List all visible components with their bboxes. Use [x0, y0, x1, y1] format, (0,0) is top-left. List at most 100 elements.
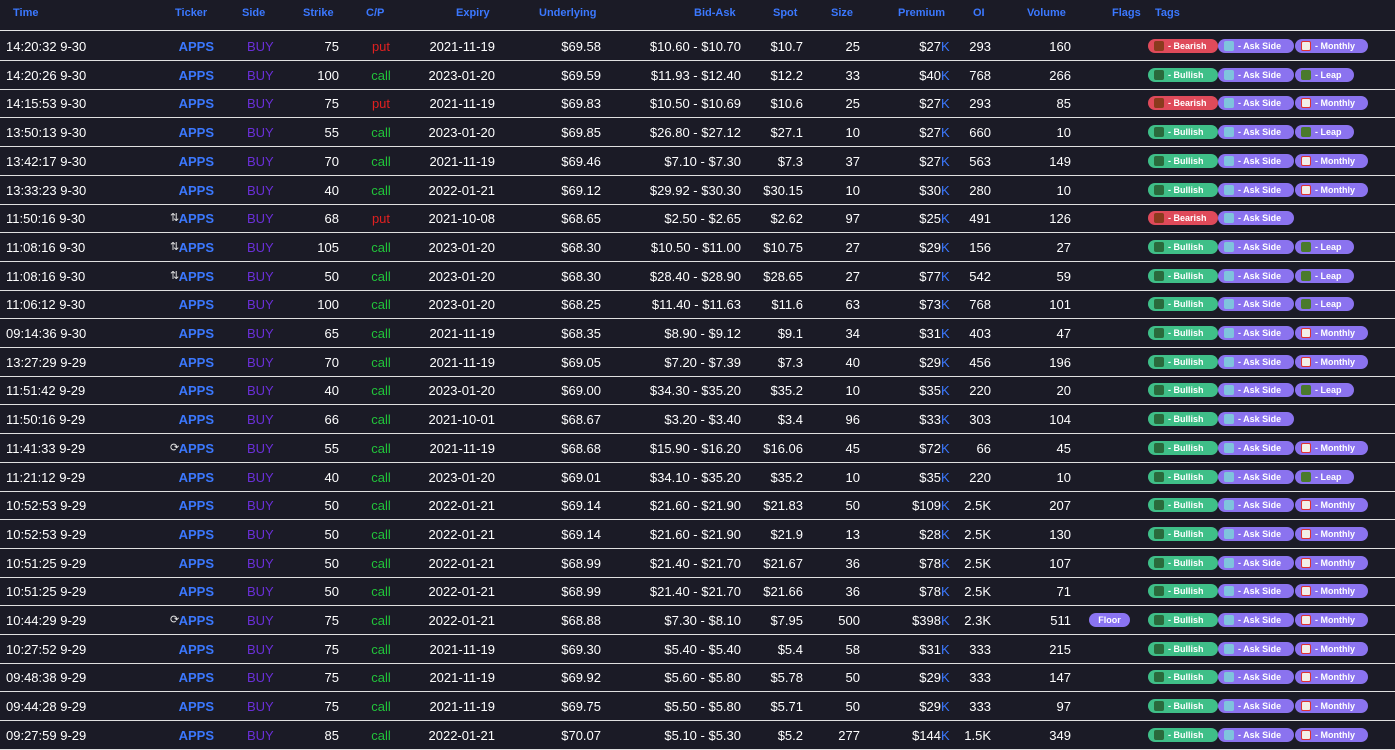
- header-underlying[interactable]: Underlying: [539, 7, 596, 19]
- table-row[interactable]: 09:44:28 9-29 APPS BUY 75 call 2021-11-19 $69.…: [0, 692, 1395, 722]
- tag-ask[interactable]: - Ask Side: [1218, 498, 1294, 513]
- table-row[interactable]: 11:41:33 9-29 ⟳ APPS BUY 55 call 2021-11-19 $68…: [0, 434, 1395, 463]
- tag-ask[interactable]: - Ask Side: [1218, 383, 1294, 398]
- tag-monthly[interactable]: - Monthly: [1295, 555, 1368, 570]
- table-row[interactable]: 14:20:26 9-30 APPS BUY 100 call 2023-01-20 $69…: [0, 61, 1395, 90]
- table-row[interactable]: 11:51:42 9-29 APPS BUY 40 call 2023-01-20 $69.…: [0, 376, 1395, 406]
- table-row[interactable]: 14:15:53 9-30 APPS BUY 75 put 2021-11-19 $69.8…: [0, 89, 1395, 119]
- tag-monthly[interactable]: - Monthly: [1295, 326, 1368, 340]
- table-row[interactable]: 11:21:12 9-29 APPS BUY 40 call 2023-01-20 $69.…: [0, 463, 1395, 492]
- tag-ask[interactable]: - Ask Side: [1218, 39, 1294, 53]
- table-row[interactable]: 09:48:38 9-29 APPS BUY 75 call 2021-11-19 $69.…: [0, 663, 1395, 693]
- table-row[interactable]: 10:51:25 9-29 APPS BUY 50 call 2022-01-21 $68.…: [0, 577, 1395, 607]
- tag-monthly[interactable]: - Monthly: [1295, 153, 1368, 168]
- header-expiry[interactable]: Expiry: [456, 7, 490, 19]
- table-row[interactable]: 10:27:52 9-29 APPS BUY 75 call 2021-11-19 $69.…: [0, 635, 1395, 664]
- tag-monthly[interactable]: - Monthly: [1295, 727, 1368, 742]
- tag-bullish[interactable]: - Bullish: [1148, 526, 1218, 541]
- table-row[interactable]: 11:08:16 9-30 ⇅ APPS BUY 50 call 2023-01-20 $68…: [0, 262, 1395, 291]
- tag-bullish[interactable]: - Bullish: [1148, 613, 1218, 627]
- tag-bullish[interactable]: - Bullish: [1148, 412, 1218, 427]
- tag-bullish[interactable]: - Bullish: [1148, 440, 1218, 455]
- tag-bullish[interactable]: - Bullish: [1148, 354, 1218, 369]
- table-row[interactable]: 11:50:16 9-30 ⇅ APPS BUY 68 put 2021-10-08 $68.…: [0, 204, 1395, 234]
- table-row[interactable]: 10:44:29 9-29 ⟳ APPS BUY 75 call 2022-01-21 $68…: [0, 606, 1395, 635]
- tag-ask[interactable]: - Ask Side: [1218, 182, 1294, 197]
- tag-monthly[interactable]: - Monthly: [1295, 354, 1368, 369]
- table-row[interactable]: 13:27:29 9-29 APPS BUY 70 call 2021-11-19 $69.…: [0, 348, 1395, 377]
- tag-bullish[interactable]: - Bullish: [1148, 67, 1218, 82]
- tag-monthly[interactable]: - Monthly: [1295, 182, 1368, 197]
- tag-monthly[interactable]: - Monthly: [1295, 440, 1368, 455]
- tag-ask[interactable]: - Ask Side: [1218, 641, 1294, 656]
- tag-bullish[interactable]: - Bullish: [1148, 297, 1218, 312]
- tag-leap[interactable]: - Leap: [1295, 125, 1354, 140]
- header-flags[interactable]: Flags: [1112, 7, 1141, 19]
- table-row[interactable]: 10:52:53 9-29 APPS BUY 50 call 2022-01-21 $69.…: [0, 520, 1395, 549]
- table-row[interactable]: 14:20:32 9-30 APPS BUY 75 put 2021-11-19 $69.5…: [0, 32, 1395, 61]
- tag-ask[interactable]: - Ask Side: [1218, 268, 1294, 283]
- tag-monthly[interactable]: - Monthly: [1295, 699, 1368, 714]
- tag-leap[interactable]: - Leap: [1295, 469, 1354, 484]
- tag-bullish[interactable]: - Bullish: [1148, 699, 1218, 714]
- tag-leap[interactable]: - Leap: [1295, 297, 1354, 312]
- tag-monthly[interactable]: - Monthly: [1295, 96, 1368, 111]
- table-row[interactable]: 09:27:59 9-29 APPS BUY 85 call 2022-01-21 $70.…: [0, 721, 1395, 750]
- tag-monthly[interactable]: - Monthly: [1295, 39, 1368, 53]
- tag-bearish[interactable]: - Bearish: [1148, 39, 1218, 53]
- table-row[interactable]: 13:50:13 9-30 APPS BUY 55 call 2023-01-20 $69.…: [0, 118, 1395, 148]
- tag-bullish[interactable]: - Bullish: [1148, 498, 1218, 513]
- tag-bullish[interactable]: - Bullish: [1148, 727, 1218, 742]
- tag-bullish[interactable]: - Bullish: [1148, 641, 1218, 656]
- header-side[interactable]: Side: [242, 7, 265, 19]
- tag-leap[interactable]: - Leap: [1295, 268, 1354, 283]
- tag-leap[interactable]: - Leap: [1295, 239, 1354, 254]
- header-cp[interactable]: C/P: [366, 7, 384, 19]
- header-bidask[interactable]: Bid-Ask: [694, 7, 736, 19]
- tag-monthly[interactable]: - Monthly: [1295, 670, 1368, 685]
- tag-ask[interactable]: - Ask Side: [1218, 555, 1294, 570]
- header-premium[interactable]: Premium: [898, 7, 945, 19]
- tag-ask[interactable]: - Ask Side: [1218, 297, 1294, 312]
- tag-monthly[interactable]: - Monthly: [1295, 641, 1368, 656]
- header-time[interactable]: Time: [13, 7, 38, 19]
- tag-ask[interactable]: - Ask Side: [1218, 412, 1294, 427]
- tag-leap[interactable]: - Leap: [1295, 383, 1354, 398]
- tag-bearish[interactable]: - Bearish: [1148, 96, 1218, 111]
- tag-ask[interactable]: - Ask Side: [1218, 584, 1294, 599]
- tag-ask[interactable]: - Ask Side: [1218, 699, 1294, 714]
- tag-ask[interactable]: - Ask Side: [1218, 613, 1294, 627]
- table-row[interactable]: 11:08:16 9-30 ⇅ APPS BUY 105 call 2023-01-20 $6…: [0, 233, 1395, 262]
- flag-badge[interactable]: Floor: [1089, 613, 1130, 627]
- tag-ask[interactable]: - Ask Side: [1218, 67, 1294, 82]
- tag-bearish[interactable]: - Bearish: [1148, 211, 1218, 226]
- tag-ask[interactable]: - Ask Side: [1218, 670, 1294, 685]
- tag-bullish[interactable]: - Bullish: [1148, 584, 1218, 599]
- tag-monthly[interactable]: - Monthly: [1295, 526, 1368, 541]
- tag-bullish[interactable]: - Bullish: [1148, 239, 1218, 254]
- tag-bullish[interactable]: - Bullish: [1148, 125, 1218, 140]
- tag-ask[interactable]: - Ask Side: [1218, 469, 1294, 484]
- tag-bullish[interactable]: - Bullish: [1148, 326, 1218, 340]
- table-row[interactable]: 11:06:12 9-30 APPS BUY 100 call 2023-01-20 $68…: [0, 290, 1395, 320]
- tag-ask[interactable]: - Ask Side: [1218, 96, 1294, 111]
- header-volume[interactable]: Volume: [1027, 7, 1066, 19]
- tag-ask[interactable]: - Ask Side: [1218, 526, 1294, 541]
- tag-bullish[interactable]: - Bullish: [1148, 153, 1218, 168]
- tag-ask[interactable]: - Ask Side: [1218, 153, 1294, 168]
- tag-bullish[interactable]: - Bullish: [1148, 555, 1218, 570]
- tag-ask[interactable]: - Ask Side: [1218, 239, 1294, 254]
- tag-ask[interactable]: - Ask Side: [1218, 211, 1294, 226]
- table-row[interactable]: 13:42:17 9-30 APPS BUY 70 call 2021-11-19 $69.…: [0, 147, 1395, 176]
- header-ticker[interactable]: Ticker: [175, 7, 207, 19]
- tag-bullish[interactable]: - Bullish: [1148, 670, 1218, 685]
- tag-monthly[interactable]: - Monthly: [1295, 584, 1368, 599]
- tag-bullish[interactable]: - Bullish: [1148, 383, 1218, 398]
- header-strike[interactable]: Strike: [303, 7, 334, 19]
- header-size[interactable]: Size: [831, 7, 853, 19]
- tag-ask[interactable]: - Ask Side: [1218, 727, 1294, 742]
- header-spot[interactable]: Spot: [773, 7, 797, 19]
- table-row[interactable]: 10:52:53 9-29 APPS BUY 50 call 2022-01-21 $69.…: [0, 491, 1395, 521]
- tag-ask[interactable]: - Ask Side: [1218, 326, 1294, 340]
- header-oi[interactable]: OI: [973, 7, 985, 19]
